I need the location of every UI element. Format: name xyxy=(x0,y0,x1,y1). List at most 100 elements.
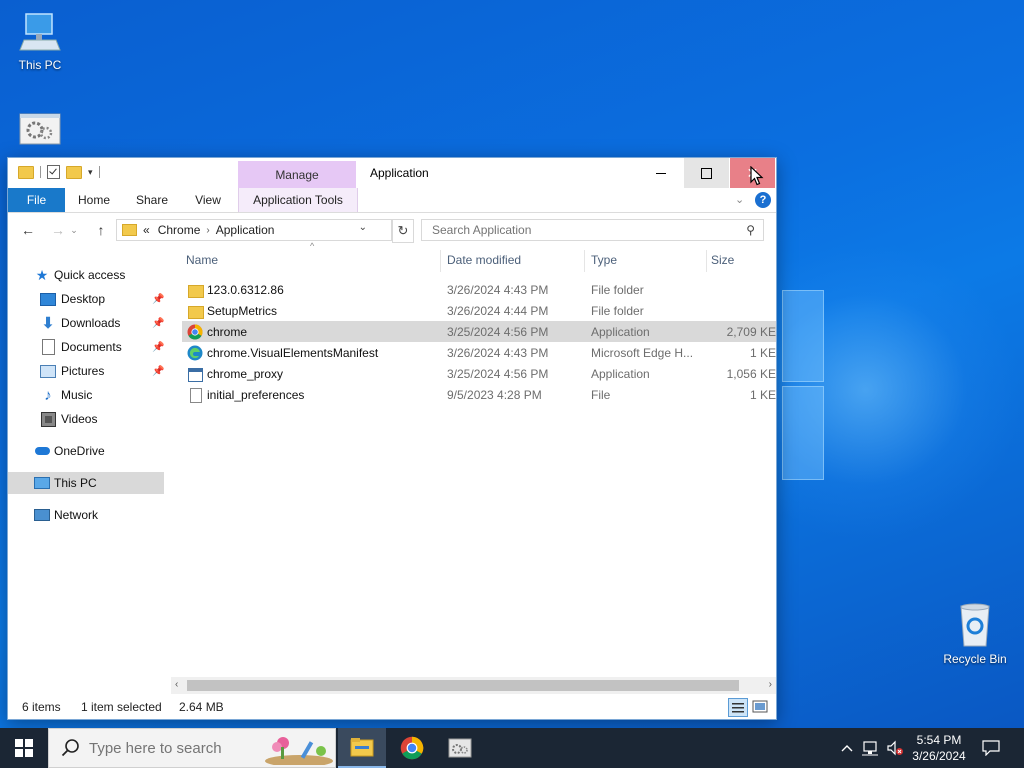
gear-window-icon xyxy=(18,112,62,146)
taskbar-search-box[interactable] xyxy=(48,728,336,768)
customize-toolbar-icon[interactable]: ▾ xyxy=(88,167,93,178)
column-label: Name xyxy=(186,253,219,267)
details-view-button[interactable] xyxy=(728,698,748,717)
search-box[interactable]: ⚲ xyxy=(421,219,764,241)
address-dropdown-chevron-icon[interactable]: ⌄ xyxy=(359,222,367,233)
recent-locations-chevron-icon[interactable]: ⌄ xyxy=(68,220,80,240)
tab-share[interactable]: Share xyxy=(126,188,178,212)
file-date: 3/25/2024 4:56 PM xyxy=(447,367,549,381)
scroll-right-icon[interactable]: › xyxy=(769,679,772,690)
file-size: 2,709 KE xyxy=(726,325,776,339)
file-date: 3/26/2024 4:43 PM xyxy=(447,283,549,297)
taskbar-search-input[interactable] xyxy=(87,739,271,758)
large-icons-view-button[interactable] xyxy=(752,699,768,714)
nav-desktop[interactable]: Desktop 📌 xyxy=(8,288,164,310)
minimize-button[interactable] xyxy=(638,158,683,188)
refresh-button[interactable]: ↻ xyxy=(392,219,414,243)
file-name: initial_preferences xyxy=(207,388,305,402)
title-bar[interactable]: ▾ Manage Application ✕ xyxy=(8,158,776,188)
chrome-icon xyxy=(187,324,203,340)
network-status-icon[interactable] xyxy=(860,728,882,768)
tab-view[interactable]: View xyxy=(182,188,234,212)
column-header-size[interactable]: Size xyxy=(711,244,771,276)
desktop-icon-label: Recycle Bin xyxy=(943,652,1007,666)
tab-home[interactable]: Home xyxy=(68,188,120,212)
maximize-button[interactable] xyxy=(684,158,729,188)
file-type: Microsoft Edge H... xyxy=(591,346,694,360)
pin-icon[interactable]: 📌 xyxy=(152,366,164,377)
address-bar[interactable]: « Chrome › Application ⌄ xyxy=(116,219,392,241)
start-button[interactable] xyxy=(0,728,48,768)
breadcrumb-application[interactable]: Application xyxy=(216,223,275,237)
expand-ribbon-chevron-icon[interactable]: ⌄ xyxy=(735,193,744,206)
desktop-icon-this-pc[interactable]: This PC xyxy=(0,10,80,72)
scrollbar-thumb[interactable] xyxy=(187,680,739,691)
forward-arrow-icon[interactable]: → xyxy=(48,220,68,240)
horizontal-scrollbar[interactable]: ‹ › xyxy=(171,677,776,694)
taskbar: 5:54 PM 3/26/2024 xyxy=(0,728,1024,768)
nav-quick-access[interactable]: ★ Quick access xyxy=(8,264,164,286)
column-divider[interactable] xyxy=(706,250,707,272)
taskbar-config-tool[interactable] xyxy=(436,728,484,768)
folder-icon xyxy=(18,165,34,179)
search-input[interactable] xyxy=(430,222,734,238)
table-row[interactable]: initial_preferences 9/5/2023 4:28 PM Fil… xyxy=(182,384,776,405)
divider xyxy=(40,166,41,178)
pin-icon[interactable]: 📌 xyxy=(152,342,164,353)
taskbar-chrome[interactable] xyxy=(388,728,436,768)
pictures-icon xyxy=(40,363,56,379)
scroll-left-icon[interactable]: ‹ xyxy=(175,679,178,690)
column-divider[interactable] xyxy=(584,250,585,272)
nav-music[interactable]: ♪ Music xyxy=(8,384,164,406)
pin-icon[interactable]: 📌 xyxy=(152,294,164,305)
help-icon[interactable]: ? xyxy=(755,192,771,208)
file-type: Application xyxy=(591,325,650,339)
details-view-icon xyxy=(732,703,744,713)
nav-documents[interactable]: Documents 📌 xyxy=(8,336,164,358)
action-center-icon[interactable] xyxy=(978,728,1004,768)
windows-logo-icon xyxy=(15,739,33,757)
file-explorer-icon xyxy=(350,738,374,757)
file-size: 1 KE xyxy=(749,346,776,360)
volume-muted-icon[interactable] xyxy=(884,728,906,768)
nav-pictures[interactable]: Pictures 📌 xyxy=(8,360,164,382)
system-clock[interactable]: 5:54 PM 3/26/2024 xyxy=(906,732,972,764)
new-folder-icon[interactable] xyxy=(66,165,82,179)
file-name: chrome.VisualElementsManifest xyxy=(207,346,379,360)
breadcrumb-separator-icon[interactable]: › xyxy=(206,225,209,236)
nav-videos[interactable]: Videos xyxy=(8,408,164,430)
tab-file[interactable]: File xyxy=(8,188,65,212)
table-row[interactable]: chrome.VisualElementsManifest 3/26/2024 … xyxy=(182,342,776,363)
nav-downloads[interactable]: ⬇ Downloads 📌 xyxy=(8,312,165,334)
back-arrow-icon[interactable]: ← xyxy=(18,220,38,240)
desktop-icon-config-tool[interactable] xyxy=(0,112,80,150)
table-row[interactable]: chrome_proxy 3/25/2024 4:56 PM Applicati… xyxy=(182,363,776,384)
properties-icon[interactable] xyxy=(47,165,60,179)
address-overflow[interactable]: « xyxy=(143,223,150,237)
nav-label: Videos xyxy=(61,412,98,426)
nav-network[interactable]: Network xyxy=(8,504,164,526)
table-row[interactable]: SetupMetrics 3/26/2024 4:44 PM File fold… xyxy=(182,300,776,321)
wallpaper-logo-pane xyxy=(782,290,824,382)
taskbar-file-explorer[interactable] xyxy=(338,728,386,768)
pin-icon[interactable]: 📌 xyxy=(152,318,164,329)
nav-label: OneDrive xyxy=(54,444,105,458)
column-label: Date modified xyxy=(447,253,522,267)
tab-application-tools[interactable]: Application Tools xyxy=(238,188,358,212)
table-row[interactable]: chrome 3/25/2024 4:56 PM Application 2,7… xyxy=(182,321,776,342)
nav-this-pc[interactable]: This PC xyxy=(8,472,164,494)
table-row[interactable]: 123.0.6312.86 3/26/2024 4:43 PM File fol… xyxy=(182,279,776,300)
column-header-date-modified[interactable]: Date modified xyxy=(447,244,585,276)
window-title: Application xyxy=(370,166,429,180)
nav-onedrive[interactable]: OneDrive xyxy=(8,440,164,462)
desktop-icon-recycle-bin[interactable]: Recycle Bin xyxy=(935,602,1015,666)
selection-size: 2.64 MB xyxy=(179,700,224,714)
column-header-name[interactable]: Name ^ xyxy=(186,241,436,276)
column-header-type[interactable]: Type xyxy=(591,244,706,276)
column-divider[interactable] xyxy=(440,250,441,272)
computer-icon xyxy=(34,475,50,491)
show-hidden-icons-chevron-icon[interactable] xyxy=(838,728,856,768)
tab-manage[interactable]: Manage xyxy=(238,161,356,188)
up-arrow-icon[interactable]: ↑ xyxy=(91,220,111,240)
breadcrumb-chrome[interactable]: Chrome xyxy=(158,223,201,237)
